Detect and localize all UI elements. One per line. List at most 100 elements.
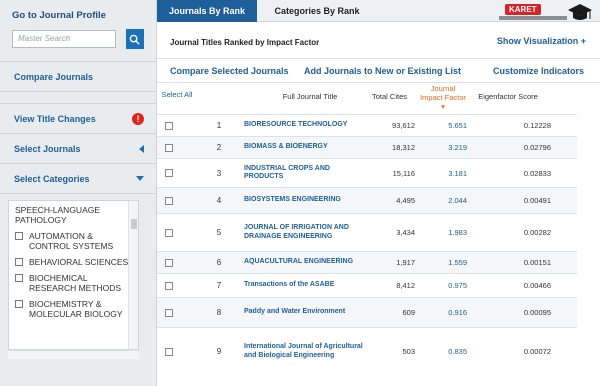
impact-factor: 0.916 <box>448 308 467 317</box>
eigenfactor-score: 0.00095 <box>523 308 551 317</box>
master-search-input[interactable]: Master Search <box>12 30 116 48</box>
table-row[interactable]: 1 BIORESOURCE TECHNOLOGY 93,612 5.651 0.… <box>157 114 577 136</box>
row-checkbox[interactable] <box>165 281 173 290</box>
select-all-link[interactable]: Select All <box>159 90 195 99</box>
category-horizontal-scrollbar[interactable] <box>8 350 139 359</box>
col-header-title[interactable]: Full Journal Title <box>265 92 355 101</box>
view-title-changes-item[interactable]: View Title Changes ! <box>0 104 156 134</box>
category-label: AUTOMATION & CONTROL SYSTEMS <box>29 231 114 251</box>
table-scrollbar[interactable] <box>585 110 597 386</box>
total-cites: 1,917 <box>396 258 415 267</box>
rank: 7 <box>216 281 222 290</box>
eigenfactor-score: 0.02796 <box>523 143 551 152</box>
journal-title-link[interactable]: Transactions of the ASABE <box>244 274 364 297</box>
category-item[interactable]: BIOCHEMISTRY & MOLECULAR BIOLOGY <box>15 299 132 319</box>
show-visualization-link[interactable]: Show Visualization + <box>497 36 586 46</box>
row-checkbox[interactable] <box>165 258 173 267</box>
scrollbar-thumb[interactable] <box>131 219 137 229</box>
total-cites: 15,116 <box>392 168 415 178</box>
eigenfactor-score: 0.02833 <box>523 168 551 178</box>
select-journals-item[interactable]: Select Journals <box>0 134 156 164</box>
row-checkbox[interactable] <box>165 347 173 356</box>
row-checkbox[interactable] <box>165 228 173 237</box>
search-icon <box>130 34 140 45</box>
category-label: BIOCHEMISTRY & MOLECULAR BIOLOGY <box>29 299 123 319</box>
total-cites: 8,412 <box>396 281 415 290</box>
category-checkbox[interactable] <box>15 300 23 308</box>
row-checkbox[interactable] <box>165 143 173 152</box>
search-button[interactable] <box>125 29 144 49</box>
select-journals-label: Select Journals <box>14 143 81 154</box>
divider <box>157 58 600 59</box>
journal-title-link[interactable]: BIOSYSTEMS ENGINEERING <box>244 188 364 213</box>
brand-logo: KARET <box>497 2 600 24</box>
category-checkbox[interactable] <box>15 232 23 240</box>
col-header-cites[interactable]: Total Cites <box>367 92 412 101</box>
row-checkbox[interactable] <box>165 196 173 205</box>
page-title: Journal Titles Ranked by Impact Factor <box>170 38 320 47</box>
customize-indicators-link[interactable]: Customize Indicators <box>493 66 584 76</box>
table-row[interactable]: 8 Paddy and Water Environment 609 0.916 … <box>157 297 577 327</box>
chevron-down-icon <box>136 176 144 181</box>
rank: 4 <box>216 196 222 205</box>
col-header-jif[interactable]: Journal Impact Factor ▾ <box>419 84 467 111</box>
table-row[interactable]: 2 BIOMASS & BIOENERGY 18,312 3.219 0.027… <box>157 136 577 158</box>
add-to-list-link[interactable]: Add Journals to New or Existing List <box>304 66 461 76</box>
journal-title-link[interactable]: Paddy and Water Environment <box>244 298 364 327</box>
journal-title-link[interactable]: AQUACULTURAL ENGINEERING <box>244 252 364 273</box>
table-row[interactable]: 6 AQUACULTURAL ENGINEERING 1,917 1.559 0… <box>157 251 577 273</box>
main-panel: Journals By Rank Categories By Rank KARE… <box>157 0 600 386</box>
table-row[interactable]: 3 INDUSTRIAL CROPS AND PRODUCTS 15,116 3… <box>157 158 577 187</box>
category-checkbox[interactable] <box>15 274 23 282</box>
category-item[interactable]: AUTOMATION & CONTROL SYSTEMS <box>15 231 132 251</box>
total-cites: 503 <box>402 347 415 356</box>
eigenfactor-score: 0.00282 <box>523 228 551 237</box>
compare-selected-link[interactable]: Compare Selected Journals <box>170 66 289 76</box>
rank: 2 <box>216 143 222 152</box>
eigenfactor-score: 0.12228 <box>523 121 551 130</box>
impact-factor: 3.181 <box>448 168 467 178</box>
rank: 9 <box>216 347 222 356</box>
total-cites: 3,434 <box>396 228 415 237</box>
journal-title-link[interactable]: INDUSTRIAL CROPS AND PRODUCTS <box>244 159 364 187</box>
table-row[interactable]: 9 International Journal of Agricultural … <box>157 327 577 375</box>
category-checkbox[interactable] <box>15 258 23 266</box>
select-categories-item[interactable]: Select Categories <box>0 164 156 194</box>
total-cites: 18,312 <box>392 143 415 152</box>
eigenfactor-score: 0.00491 <box>523 196 551 205</box>
impact-factor: 1.559 <box>448 258 467 267</box>
impact-factor: 0.975 <box>448 281 467 290</box>
sidebar: Go to Journal Profile Master Search Comp… <box>0 0 157 386</box>
journal-title-link[interactable]: International Journal of Agricultural an… <box>244 328 364 375</box>
action-bar: Compare Selected Journals Add Journals t… <box>157 66 600 78</box>
logo-subtitle-bar <box>499 16 567 20</box>
category-item[interactable]: BEHAVIORAL SCIENCES <box>15 257 132 267</box>
total-cites: 93,612 <box>392 121 415 130</box>
chevron-left-icon <box>139 144 144 153</box>
category-list[interactable]: SPEECH-LANGUAGE PATHOLOGY AUTOMATION & C… <box>8 200 139 350</box>
row-checkbox[interactable] <box>165 308 173 317</box>
rank: 1 <box>216 121 222 130</box>
tab-journals-by-rank[interactable]: Journals By Rank <box>157 0 257 22</box>
table-row[interactable]: 5 JOURNAL OF IRRIGATION AND DRAINAGE ENG… <box>157 213 577 251</box>
journal-title-link[interactable]: BIOMASS & BIOENERGY <box>244 137 364 158</box>
table-row[interactable]: 7 Transactions of the ASABE 8,412 0.975 … <box>157 273 577 297</box>
compare-journals-item[interactable]: Compare Journals <box>0 62 156 92</box>
sidebar-divider <box>0 92 156 104</box>
row-checkbox[interactable] <box>165 121 173 130</box>
category-label: SPEECH-LANGUAGE PATHOLOGY <box>15 205 101 225</box>
category-item[interactable]: SPEECH-LANGUAGE PATHOLOGY <box>15 205 132 225</box>
col-header-eigenfactor[interactable]: Eigenfactor Score <box>472 92 544 101</box>
impact-factor: 3.219 <box>448 143 467 152</box>
table-row[interactable]: 4 BIOSYSTEMS ENGINEERING 4,495 2.044 0.0… <box>157 187 577 213</box>
category-scrollbar[interactable] <box>128 201 138 349</box>
journal-title-link[interactable]: JOURNAL OF IRRIGATION AND DRAINAGE ENGIN… <box>244 214 364 251</box>
tab-categories-by-rank[interactable]: Categories By Rank <box>269 0 365 22</box>
row-checkbox[interactable] <box>165 169 173 177</box>
view-title-changes-label: View Title Changes <box>14 113 96 124</box>
category-label: BIOCHEMICAL RESEARCH METHODS <box>29 273 122 293</box>
journal-title-link[interactable]: BIORESOURCE TECHNOLOGY <box>244 115 364 136</box>
category-item[interactable]: BIOCHEMICAL RESEARCH METHODS <box>15 273 132 293</box>
journal-profile-panel: Go to Journal Profile Master Search <box>0 0 156 62</box>
journal-profile-title: Go to Journal Profile <box>12 10 106 21</box>
